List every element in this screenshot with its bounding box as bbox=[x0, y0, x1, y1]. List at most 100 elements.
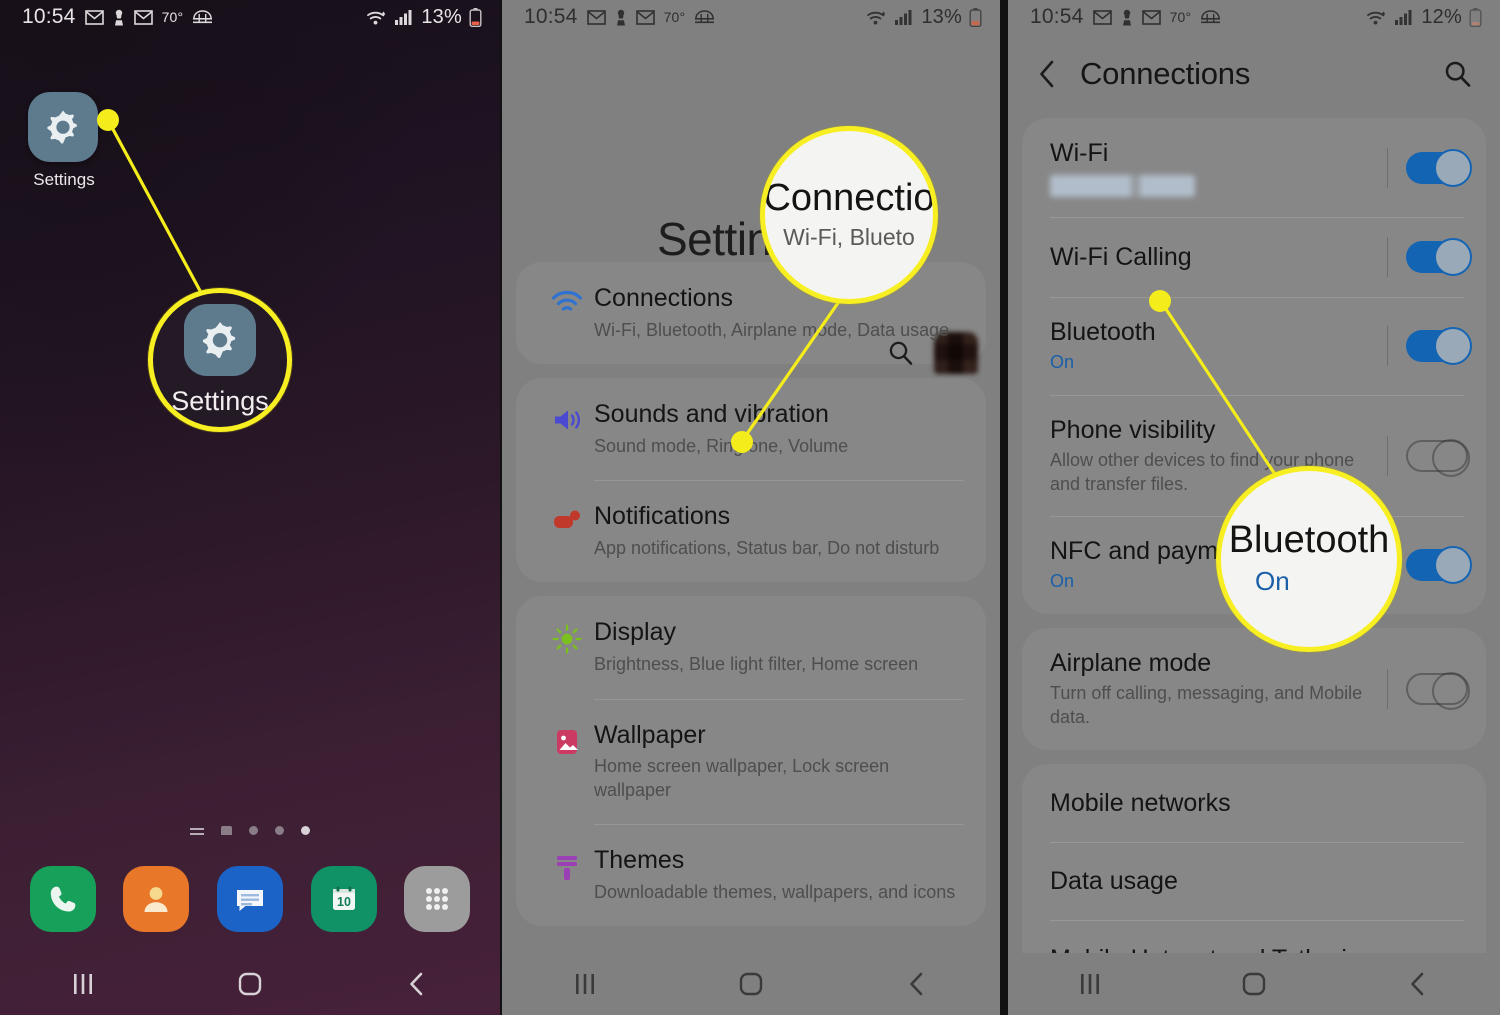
settings-item-title: Sounds and vibration bbox=[594, 400, 829, 429]
settings-item-subtitle: App notifications, Status bar, Do not di… bbox=[594, 538, 940, 559]
connections-callout-bubble: Bluetooth On bbox=[1216, 466, 1402, 652]
home-icon[interactable] bbox=[716, 962, 786, 1006]
themes-brush-icon bbox=[540, 846, 594, 882]
home-screen-panel: 10:54 70° 13% Settings 10 Settings bbox=[0, 0, 500, 1015]
settings-item-sounds[interactable]: Sounds and vibration Sound mode, Rington… bbox=[516, 378, 986, 480]
bridge-icon bbox=[694, 9, 715, 25]
toggle-wrap bbox=[1371, 435, 1470, 477]
airplane-mode-toggle[interactable] bbox=[1406, 671, 1470, 710]
page-dot-active[interactable] bbox=[301, 826, 310, 835]
home-icon[interactable] bbox=[1219, 962, 1289, 1006]
bluetooth-toggle[interactable] bbox=[1406, 326, 1472, 365]
back-icon[interactable] bbox=[382, 962, 452, 1006]
dock-apps-icon[interactable] bbox=[404, 866, 471, 932]
status-time: 10:54 bbox=[22, 5, 76, 28]
gmail-icon bbox=[133, 9, 153, 25]
divider bbox=[1387, 237, 1388, 277]
settings-item-themes[interactable]: Themes Downloadable themes, wallpapers, … bbox=[516, 824, 986, 926]
toggle-wrap bbox=[1371, 325, 1472, 366]
wifi-icon bbox=[540, 284, 594, 316]
toggle-knob bbox=[1432, 438, 1470, 477]
page-title: Connections bbox=[1080, 56, 1251, 91]
back-icon[interactable] bbox=[1383, 962, 1453, 1006]
settings-item-notifications[interactable]: Notifications App notifications, Status … bbox=[516, 480, 986, 582]
battery-icon bbox=[469, 7, 482, 27]
connections-item-data-usage[interactable]: Data usage bbox=[1022, 841, 1486, 920]
connections-item-title: Phone visibility bbox=[1050, 415, 1216, 444]
connections-card-airplane: Airplane mode Turn off calling, messagin… bbox=[1022, 628, 1486, 750]
screenshot-stage: 10:54 70° 13% Settings 10 Settings 10:54… bbox=[0, 0, 1500, 1015]
settings-item-subtitle: Home screen wallpaper, Lock screen wallp… bbox=[594, 756, 890, 800]
connections-callout-title: Bluetooth bbox=[1228, 519, 1390, 562]
settings-item-subtitle: Wi-Fi, Bluetooth, Airplane mode, Data us… bbox=[594, 319, 950, 340]
nfc-toggle[interactable] bbox=[1406, 546, 1472, 585]
connections-item-wifi[interactable]: Wi-Fi bbox=[1022, 118, 1486, 217]
connections-item-title: Wi-Fi bbox=[1050, 139, 1109, 167]
battery-percent: 12% bbox=[1421, 5, 1462, 28]
divider bbox=[1387, 435, 1388, 476]
settings-item-subtitle: Brightness, Blue light filter, Home scre… bbox=[594, 654, 919, 675]
status-temperature: 70° bbox=[663, 9, 686, 25]
settings-item-subtitle: Downloadable themes, wallpapers, and ico… bbox=[594, 881, 956, 902]
bridge-icon bbox=[1200, 9, 1221, 25]
settings-item-title: Themes bbox=[594, 846, 685, 875]
recents-icon[interactable] bbox=[550, 962, 620, 1006]
home-icon[interactable] bbox=[215, 962, 285, 1006]
status-time: 10:54 bbox=[524, 5, 578, 28]
connections-callout-subtitle: On bbox=[1255, 565, 1290, 596]
status-temperature: 70° bbox=[161, 9, 184, 25]
page-dot[interactable] bbox=[275, 826, 284, 835]
connections-item-airplane-mode[interactable]: Airplane mode Turn off calling, messagin… bbox=[1022, 628, 1486, 750]
status-bar-settings: 10:54 70° 13% bbox=[502, 0, 1000, 34]
settings-item-wallpaper[interactable]: Wallpaper Home screen wallpaper, Lock sc… bbox=[516, 698, 986, 825]
display-brightness-icon bbox=[540, 618, 594, 654]
home-callout-label: Settings bbox=[171, 385, 269, 416]
gmail-icon bbox=[84, 9, 104, 25]
connections-item-mobile-networks[interactable]: Mobile networks bbox=[1022, 764, 1486, 842]
notification-icon bbox=[540, 502, 594, 534]
wifi-icon bbox=[866, 9, 888, 26]
settings-card-display-group: Display Brightness, Blue light filter, H… bbox=[516, 596, 986, 927]
gmail-icon bbox=[635, 9, 655, 25]
svg-text:10: 10 bbox=[337, 895, 351, 909]
search-icon[interactable] bbox=[1442, 58, 1474, 90]
wifi-toggle[interactable] bbox=[1406, 148, 1472, 187]
gmail-icon bbox=[1141, 9, 1161, 25]
settings-callout-title: Connectio bbox=[763, 177, 935, 220]
dock-phone-icon[interactable] bbox=[29, 866, 96, 932]
battery-percent: 13% bbox=[921, 5, 962, 28]
settings-item-display[interactable]: Display Brightness, Blue light filter, H… bbox=[516, 596, 986, 698]
page-dot[interactable] bbox=[249, 826, 258, 835]
chess-pawn-icon bbox=[113, 9, 125, 26]
home-dock: 10 bbox=[0, 866, 500, 932]
wifi-icon bbox=[1366, 9, 1388, 26]
settings-callout-bubble: Connectio Wi-Fi, Blueto bbox=[760, 126, 938, 304]
recents-icon[interactable] bbox=[1055, 962, 1125, 1006]
home-app-settings[interactable]: Settings bbox=[28, 92, 100, 190]
phone-visibility-toggle[interactable] bbox=[1406, 438, 1470, 477]
dock-messages-icon[interactable] bbox=[216, 866, 283, 932]
toggle-wrap bbox=[1371, 147, 1472, 188]
page-home-icon[interactable] bbox=[221, 826, 232, 835]
dock-contacts-icon[interactable] bbox=[123, 866, 190, 932]
settings-item-connections[interactable]: Connections Wi-Fi, Bluetooth, Airplane m… bbox=[516, 262, 986, 364]
back-icon[interactable] bbox=[882, 962, 952, 1006]
gear-icon bbox=[184, 303, 256, 376]
settings-callout-anchor-dot bbox=[731, 431, 753, 453]
page-menu-icon[interactable] bbox=[190, 826, 204, 835]
home-page-indicator bbox=[0, 826, 500, 835]
chevron-left-icon[interactable] bbox=[1036, 59, 1060, 89]
settings-item-title: Wallpaper bbox=[594, 720, 706, 749]
battery-percent: 13% bbox=[421, 5, 462, 28]
divider bbox=[1387, 668, 1388, 709]
dock-calendar-icon[interactable]: 10 bbox=[310, 866, 377, 932]
connections-item-bluetooth[interactable]: Bluetooth On bbox=[1022, 297, 1486, 395]
toggle-knob bbox=[1432, 671, 1470, 710]
connections-item-wifi-calling[interactable]: Wi-Fi Calling bbox=[1022, 217, 1486, 297]
recents-icon[interactable] bbox=[48, 962, 118, 1006]
home-app-settings-label: Settings bbox=[33, 170, 95, 189]
divider bbox=[1387, 325, 1388, 366]
connections-item-subtitle-redacted bbox=[1050, 175, 1195, 197]
wifi-calling-toggle[interactable] bbox=[1406, 238, 1472, 276]
wallpaper-image-icon bbox=[540, 721, 594, 757]
